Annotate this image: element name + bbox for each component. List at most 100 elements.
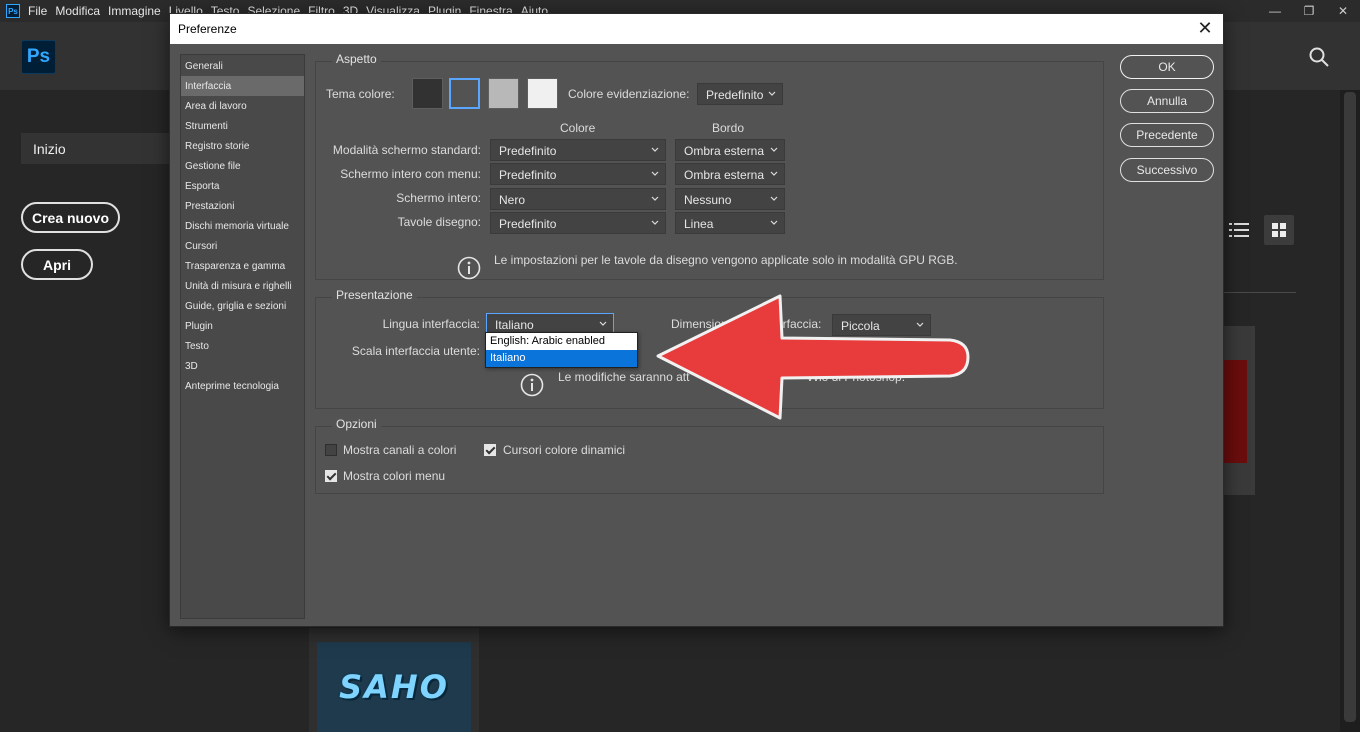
category-trasparenza-e-gamma[interactable]: Trasparenza e gamma [181,256,304,276]
category-gestione-file[interactable]: Gestione file [181,156,304,176]
category-list: Generali Interfaccia Area di lavoro Stru… [180,54,305,619]
category-dischi-memoria-virtuale[interactable]: Dischi memoria virtuale [181,216,304,236]
category-interfaccia[interactable]: Interfaccia [181,76,304,96]
chevron-down-icon [770,220,778,225]
standard-border-dropdown[interactable]: Ombra esterna [675,139,785,161]
artboards-color-value: Predefinito [499,217,557,231]
restore-window-button[interactable]: ❐ [1292,0,1326,22]
artboards-border-dropdown[interactable]: Linea [675,212,785,234]
opzioni-title: Opzioni [332,417,381,431]
category-3d[interactable]: 3D [181,356,304,376]
fullscreen-border-dropdown[interactable]: Nessuno [675,188,785,210]
menu-immagine[interactable]: Immagine [108,4,161,18]
search-icon[interactable] [1308,46,1330,68]
category-strumenti[interactable]: Strumenti [181,116,304,136]
artboards-border-value: Linea [684,217,714,231]
chevron-down-icon [768,91,776,96]
standard-color-dropdown[interactable]: Predefinito [490,139,666,161]
column-header-color: Colore [560,121,596,135]
chevron-down-icon [599,321,607,326]
category-unita-di-misura[interactable]: Unità di misura e righelli [181,276,304,296]
theme-swatch-light[interactable] [488,78,519,109]
ui-scale-label: Scala interfaccia utente: [351,344,480,358]
category-registro-storie[interactable]: Registro storie [181,136,304,156]
chevron-down-icon [651,147,659,152]
fullscreen-menu-border-dropdown[interactable]: Ombra esterna [675,163,785,185]
chevron-down-icon [770,196,778,201]
recent-file-thumbnail [1224,360,1247,463]
artboards-color-dropdown[interactable]: Predefinito [490,212,666,234]
aspetto-group: Aspetto Tema colore: Colore evidenziazio… [315,52,1104,280]
opzioni-group: Opzioni Mostra canali a colori Cursori c… [315,417,1104,494]
divider [1224,292,1296,293]
minimize-window-button[interactable]: — [1258,0,1292,22]
close-icon[interactable]: ✕ [1195,18,1215,38]
theme-swatch-lightest[interactable] [527,78,558,109]
category-anteprime-tecnologia[interactable]: Anteprime tecnologia [181,376,304,396]
fullscreen-menu-border-value: Ombra esterna [684,168,765,182]
language-options-list: English: Arabic enabled Italiano [485,332,638,368]
standard-border-value: Ombra esterna [684,144,765,158]
fullscreen-color-dropdown[interactable]: Nero [490,188,666,210]
show-channels-checkbox[interactable] [325,444,337,456]
chevron-down-icon [770,147,778,152]
info-icon [520,373,544,397]
cancel-button[interactable]: Annulla [1120,89,1214,113]
previous-button[interactable]: Precedente [1120,123,1214,147]
row-label-fullscreen-menu: Schermo intero con menu: [340,167,481,181]
list-view-icon[interactable] [1229,221,1249,239]
fullscreen-border-value: Nessuno [684,193,732,207]
row-label-standard: Modalità schermo standard: [332,143,481,157]
recent-file-card-saho[interactable]: SAHO [309,628,479,732]
category-area-di-lavoro[interactable]: Area di lavoro [181,96,304,116]
theme-label: Tema colore: [326,87,395,101]
presentazione-title: Presentazione [332,288,417,302]
dynamic-sliders-checkbox[interactable] [484,444,496,456]
language-value: Italiano [495,318,534,332]
theme-swatch-dark[interactable] [449,78,480,109]
dialog-title: Preferenze [178,22,237,36]
close-window-button[interactable]: ✕ [1326,0,1360,22]
nav-home[interactable]: Inizio [21,133,171,164]
row-label-artboards: Tavole disegno: [397,215,481,229]
ok-button[interactable]: OK [1120,55,1214,79]
annotation-arrow [656,294,970,420]
highlight-value: Predefinito [706,88,764,102]
language-option-italiano[interactable]: Italiano [486,350,637,367]
fullscreen-menu-color-value: Predefinito [499,168,557,182]
dialog-titlebar: Preferenze ✕ [170,14,1223,44]
highlight-dropdown[interactable]: Predefinito [697,83,783,105]
aspetto-title: Aspetto [332,52,381,66]
category-testo[interactable]: Testo [181,336,304,356]
theme-swatch-darkest[interactable] [412,78,443,109]
show-channels-label: Mostra canali a colori [343,443,457,457]
open-button[interactable]: Apri [21,249,93,280]
column-header-border: Bordo [712,121,745,135]
grid-view-button[interactable] [1264,215,1294,245]
category-esporta[interactable]: Esporta [181,176,304,196]
info-icon [457,256,481,280]
language-option-english-arabic[interactable]: English: Arabic enabled [486,333,637,350]
chevron-down-icon [651,220,659,225]
category-prestazioni[interactable]: Prestazioni [181,196,304,216]
menu-colors-checkbox[interactable] [325,470,337,482]
standard-color-value: Predefinito [499,144,557,158]
recent-file-thumbnail-saho: SAHO [317,642,471,732]
create-new-button[interactable]: Crea nuovo [21,202,120,233]
chevron-down-icon [651,171,659,176]
highlight-label: Colore evidenziazione: [568,87,690,101]
menu-modifica[interactable]: Modifica [55,4,100,18]
category-plugin[interactable]: Plugin [181,316,304,336]
category-cursori[interactable]: Cursori [181,236,304,256]
menu-colors-label: Mostra colori menu [343,469,446,483]
chevron-down-icon [651,196,659,201]
scrollbar-thumb[interactable] [1344,92,1356,722]
category-generali[interactable]: Generali [181,56,304,76]
fullscreen-color-value: Nero [499,193,526,207]
language-label: Lingua interfaccia: [382,317,480,331]
menu-file[interactable]: File [28,4,47,18]
fullscreen-menu-color-dropdown[interactable]: Predefinito [490,163,666,185]
next-button[interactable]: Successivo [1120,158,1214,182]
chevron-down-icon [770,171,778,176]
category-guide-griglia-sezioni[interactable]: Guide, griglia e sezioni [181,296,304,316]
